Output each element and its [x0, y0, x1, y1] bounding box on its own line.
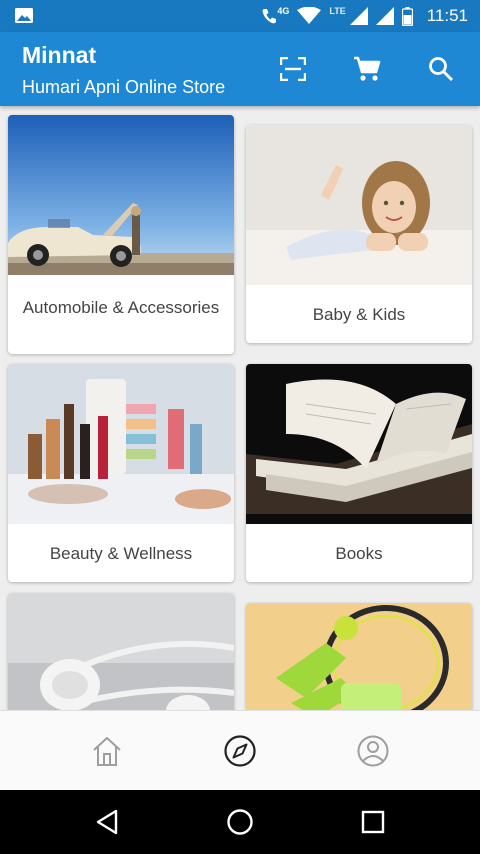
category-card-books[interactable]: Books	[246, 364, 472, 582]
category-card-baby-kids[interactable]: Baby & Kids	[246, 125, 472, 343]
category-card-automobile[interactable]: Automobile & Accessories	[8, 115, 234, 354]
search-icon[interactable]	[424, 52, 458, 86]
category-card-beauty-wellness[interactable]: Beauty & Wellness	[8, 364, 234, 582]
bottom-navigation	[0, 710, 480, 790]
network-lte-label: LTE	[329, 6, 346, 16]
explore-icon[interactable]	[220, 731, 260, 771]
status-bar: 4G LTE 11:51	[0, 0, 480, 32]
signal-icon	[349, 7, 368, 25]
home-circle-icon[interactable]	[224, 806, 256, 838]
cart-icon[interactable]	[350, 52, 384, 86]
category-image-baby-kids	[246, 125, 472, 285]
category-image-sports	[246, 603, 472, 710]
category-card-5[interactable]	[8, 593, 234, 710]
status-time: 11:51	[426, 6, 468, 25]
network-4g-label: 4G	[277, 6, 290, 16]
category-label: Automobile & Accessories	[22, 298, 220, 317]
wifi-calling-icon	[262, 9, 277, 24]
system-navigation-bar	[0, 790, 480, 854]
recents-icon[interactable]	[357, 806, 389, 838]
scan-icon[interactable]	[276, 52, 310, 86]
app-bar: Minnat Humari Apni Online Store	[0, 32, 480, 106]
home-icon[interactable]	[87, 731, 127, 771]
battery-icon	[401, 6, 413, 26]
profile-icon[interactable]	[353, 731, 393, 771]
category-image-books	[246, 364, 472, 524]
category-grid[interactable]: Automobile & Accessories Baby & Kids Bea…	[0, 106, 480, 710]
category-image-headphones	[8, 593, 234, 710]
category-label: Baby & Kids	[312, 305, 406, 324]
category-label: Beauty & Wellness	[49, 544, 193, 563]
app-subtitle: Humari Apni Online Store	[22, 77, 226, 97]
image-notification-icon	[15, 8, 33, 23]
back-icon[interactable]	[91, 806, 123, 838]
category-image-beauty-wellness	[8, 364, 234, 524]
category-card-6[interactable]	[246, 603, 472, 710]
category-label: Books	[335, 544, 383, 563]
signal-icon	[375, 7, 394, 25]
wifi-icon	[297, 7, 322, 24]
category-image-automobile	[8, 115, 234, 275]
app-title: Minnat	[22, 42, 97, 68]
